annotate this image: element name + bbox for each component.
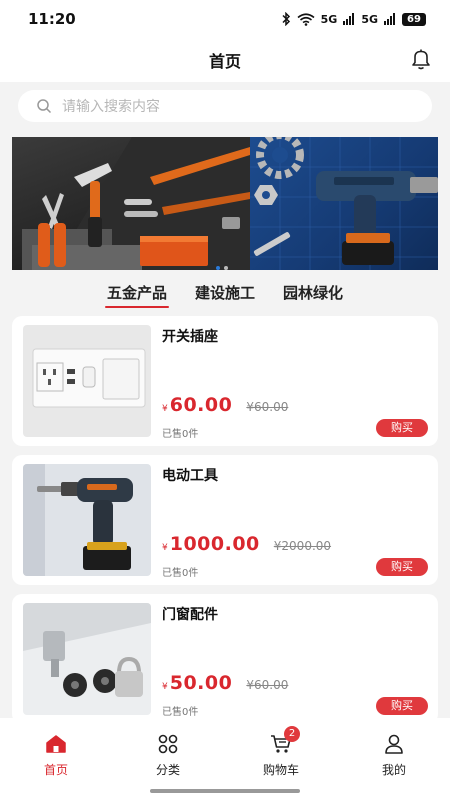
banner-tools-image bbox=[12, 137, 250, 270]
wifi-icon bbox=[297, 12, 315, 26]
price-row: ¥ 60.00 ¥60.00 bbox=[162, 394, 288, 416]
home-indicator bbox=[150, 789, 300, 793]
search-input[interactable]: 请输入搜索内容 bbox=[18, 90, 432, 122]
bell-icon[interactable] bbox=[408, 46, 434, 72]
search-placeholder: 请输入搜索内容 bbox=[62, 99, 160, 115]
search-section: 请输入搜索内容 bbox=[0, 82, 450, 134]
price-row: ¥ 1000.00 ¥2000.00 bbox=[162, 533, 331, 555]
signal-icon bbox=[384, 13, 395, 25]
product-price: 60.00 bbox=[169, 394, 233, 416]
nav-label: 购物车 bbox=[262, 763, 299, 777]
price-row: ¥ 50.00 ¥60.00 bbox=[162, 672, 288, 694]
bluetooth-icon bbox=[282, 12, 290, 26]
power-drill-image bbox=[23, 464, 151, 576]
product-card[interactable]: 门窗配件 ¥ 50.00 ¥60.00 已售0件 购买 bbox=[12, 594, 438, 724]
battery-indicator: 69 bbox=[402, 12, 426, 26]
app-header: 首页 bbox=[0, 38, 450, 82]
nav-label: 分类 bbox=[155, 763, 180, 777]
home-icon bbox=[46, 735, 66, 753]
product-name: 门窗配件 bbox=[162, 607, 218, 623]
original-price: ¥2000.00 bbox=[273, 539, 332, 553]
banner-drill-image bbox=[250, 137, 438, 270]
sold-count: 已售0件 bbox=[162, 707, 199, 718]
banner-indicator bbox=[216, 266, 228, 270]
nav-label: 我的 bbox=[381, 763, 406, 777]
banner-carousel[interactable] bbox=[12, 137, 438, 270]
user-icon bbox=[385, 734, 403, 754]
banner-dot[interactable] bbox=[224, 266, 228, 270]
category-tabs: 五金产品 建设施工 园林绿化 bbox=[0, 278, 450, 312]
tools-illustration bbox=[22, 137, 250, 270]
currency-symbol: ¥ bbox=[162, 404, 168, 414]
network-5g-label: 5G bbox=[361, 12, 378, 26]
nav-cart[interactable]: 2 购物车 bbox=[246, 726, 316, 778]
product-image bbox=[23, 603, 151, 715]
currency-symbol: ¥ bbox=[162, 682, 168, 692]
product-list: 开关插座 ¥ 60.00 ¥60.00 已售0件 购买 电动工具 ¥ 1000.… bbox=[12, 316, 438, 733]
tab-construction[interactable]: 建设施工 bbox=[193, 278, 257, 312]
status-icons: 5G 5G 69 bbox=[281, 12, 426, 26]
sold-count: 已售0件 bbox=[162, 568, 199, 579]
product-card[interactable]: 开关插座 ¥ 60.00 ¥60.00 已售0件 购买 bbox=[12, 316, 438, 446]
door-window-hardware-image bbox=[23, 603, 151, 715]
product-card[interactable]: 电动工具 ¥ 1000.00 ¥2000.00 已售0件 购买 bbox=[12, 455, 438, 585]
sold-count: 已售0件 bbox=[162, 429, 199, 440]
product-image bbox=[23, 325, 151, 437]
buy-button[interactable]: 购买 bbox=[376, 697, 428, 715]
product-name: 电动工具 bbox=[162, 468, 218, 484]
bottom-nav: 首页 分类 2 购物车 我的 bbox=[0, 718, 450, 800]
tab-landscaping[interactable]: 园林绿化 bbox=[281, 278, 345, 312]
buy-button[interactable]: 购买 bbox=[376, 419, 428, 437]
switch-socket-image bbox=[23, 325, 151, 437]
banner-dot[interactable] bbox=[216, 266, 220, 270]
buy-button[interactable]: 购买 bbox=[376, 558, 428, 576]
product-image bbox=[23, 464, 151, 576]
cart-badge: 2 bbox=[284, 726, 300, 742]
status-time: 11:20 bbox=[28, 10, 76, 28]
product-price: 1000.00 bbox=[169, 533, 260, 555]
tab-hardware-products[interactable]: 五金产品 bbox=[104, 278, 169, 312]
nav-category[interactable]: 分类 bbox=[133, 732, 203, 778]
product-name: 开关插座 bbox=[162, 329, 218, 345]
original-price: ¥60.00 bbox=[246, 678, 289, 692]
currency-symbol: ¥ bbox=[162, 543, 168, 553]
signal-icon bbox=[343, 13, 355, 25]
nav-home[interactable]: 首页 bbox=[21, 732, 91, 778]
network-5g-label: 5G bbox=[320, 12, 338, 26]
grid-icon bbox=[158, 734, 178, 754]
original-price: ¥60.00 bbox=[246, 400, 289, 414]
status-bar: 11:20 5G 5G 69 bbox=[0, 0, 450, 38]
page-title: 首页 bbox=[208, 52, 241, 71]
search-icon bbox=[37, 99, 52, 114]
nav-label: 首页 bbox=[43, 763, 68, 777]
product-price: 50.00 bbox=[169, 672, 233, 694]
nav-profile[interactable]: 我的 bbox=[359, 732, 429, 778]
drill-illustration bbox=[250, 137, 438, 270]
